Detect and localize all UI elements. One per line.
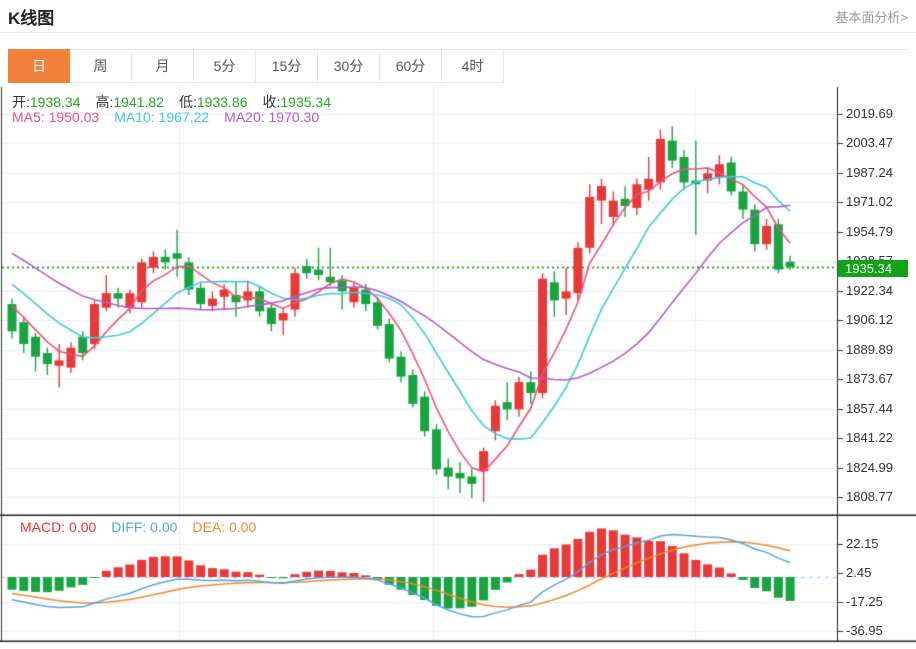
- kline-chart-canvas[interactable]: [0, 87, 916, 643]
- low-value: 1933.86: [197, 94, 248, 110]
- ma5-label: MA5:: [12, 109, 45, 125]
- tab-15min[interactable]: 15分: [256, 49, 318, 83]
- axis-tick-label: -36.95: [846, 623, 883, 639]
- axis-tick-label: 1954.79: [846, 224, 893, 240]
- macd-value: 0.00: [69, 519, 96, 535]
- axis-tick-label: 22.15: [846, 536, 879, 552]
- tab-filler: [504, 49, 908, 83]
- ma-legend: MA5: 1950.03 MA10: 1967.22 MA20: 1970.30: [12, 109, 334, 125]
- axis-tick-label: 1987.24: [846, 165, 893, 181]
- macd-label: MACD:: [20, 519, 65, 535]
- axis-tick-label: 1857.44: [846, 401, 893, 417]
- high-value: 1941.82: [113, 94, 164, 110]
- macd-legend: MACD: 0.00 DIFF: 0.00 DEA: 0.00: [20, 519, 271, 535]
- axis-tick-label: 1841.22: [846, 430, 893, 446]
- axis-tick-label: 2.45: [846, 565, 871, 581]
- axis-tick-label: 1922.34: [846, 283, 893, 299]
- period-tabs: 日 周 月 5分 15分 30分 60分 4时: [8, 49, 908, 83]
- page-header: K线图 基本面分析>: [0, 0, 916, 33]
- ma5-value: 1950.03: [49, 109, 100, 125]
- tab-month[interactable]: 月: [132, 49, 194, 83]
- axis-tick-label: -17.25: [846, 594, 883, 610]
- tab-week[interactable]: 周: [70, 49, 132, 83]
- diff-label: DIFF:: [111, 519, 146, 535]
- ma20-value: 1970.30: [269, 109, 320, 125]
- close-label: 收:: [263, 94, 281, 110]
- open-label: 开:: [12, 94, 30, 110]
- axis-tick-label: 2003.47: [846, 135, 893, 151]
- axis-tick-label: 2019.69: [846, 106, 893, 122]
- axis-tick-label: 1824.99: [846, 460, 893, 476]
- ma20-label: MA20:: [224, 109, 264, 125]
- axis-tick-label: 1889.89: [846, 342, 893, 358]
- ma10-label: MA10:: [114, 109, 154, 125]
- ma10-value: 1967.22: [159, 109, 210, 125]
- axis-tick-label: 1873.67: [846, 371, 893, 387]
- low-label: 低:: [179, 94, 197, 110]
- fundamental-analysis-link[interactable]: 基本面分析>: [835, 7, 908, 26]
- close-value: 1935.34: [280, 94, 331, 110]
- open-value: 1938.34: [30, 94, 81, 110]
- chart-area: 开:1938.34 高:1941.82 低:1933.86 收:1935.34 …: [0, 87, 916, 648]
- high-label: 高:: [96, 94, 114, 110]
- axis-tick-label: 1971.02: [846, 194, 893, 210]
- page-title: K线图: [8, 4, 54, 29]
- dea-label: DEA:: [192, 519, 225, 535]
- current-price-badge: 1935.34: [838, 260, 908, 277]
- tab-30min[interactable]: 30分: [318, 49, 380, 83]
- tab-5min[interactable]: 5分: [194, 49, 256, 83]
- dea-value: 0.00: [229, 519, 256, 535]
- axis-tick-label: 1808.77: [846, 489, 893, 505]
- kline-page: K线图 基本面分析> 日 周 月 5分 15分 30分 60分 4时 开:193…: [0, 0, 916, 649]
- axis-tick-label: 1906.12: [846, 312, 893, 328]
- diff-value: 0.00: [150, 519, 177, 535]
- tab-day[interactable]: 日: [8, 49, 70, 83]
- tab-60min[interactable]: 60分: [380, 49, 442, 83]
- tab-4hour[interactable]: 4时: [442, 49, 504, 83]
